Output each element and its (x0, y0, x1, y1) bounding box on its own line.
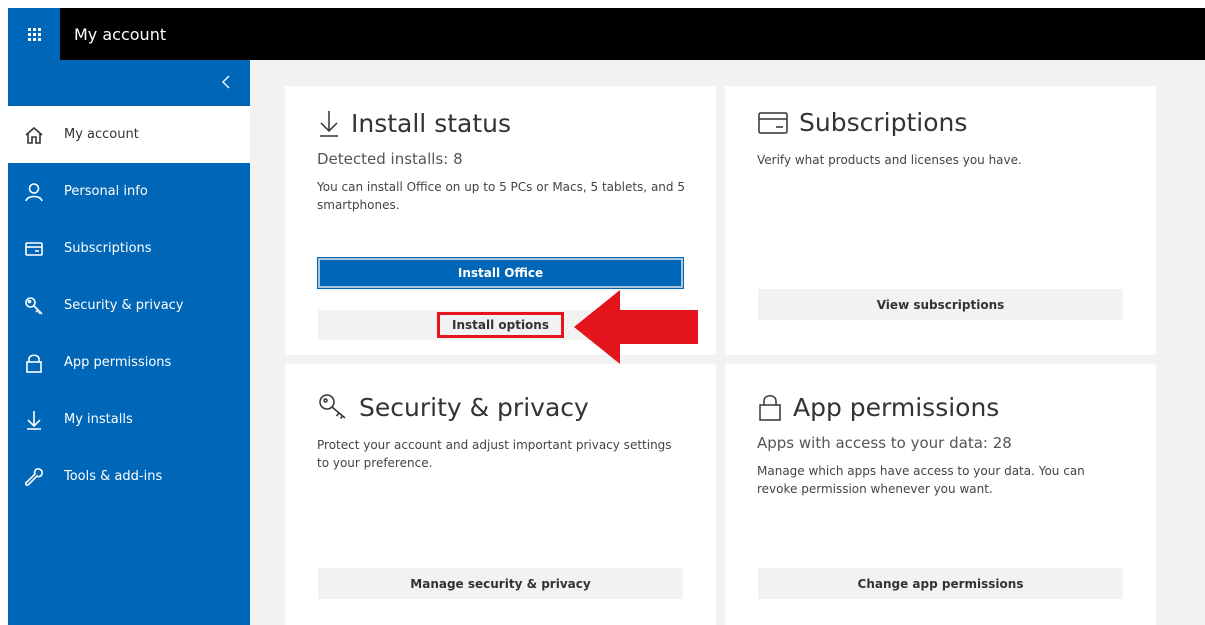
security-privacy-description: Protect your account and adjust importan… (317, 438, 672, 470)
install-status-title-row: Install status (317, 108, 684, 138)
sidebar-item-label: App permissions (64, 355, 172, 370)
app-permissions-description: Manage which apps have access to your da… (757, 464, 1085, 496)
sidebar-item-subscriptions[interactable]: Subscriptions (8, 220, 250, 277)
manage-security-privacy-button[interactable]: Manage security & privacy (318, 568, 683, 599)
install-options-button[interactable]: Install options (436, 312, 564, 338)
sidebar-item-label: Tools & add-ins (64, 469, 163, 484)
card-icon (757, 110, 789, 136)
sidebar-item-label: My installs (64, 412, 133, 427)
download-icon (22, 408, 46, 432)
sidebar-item-label: Personal info (64, 184, 148, 199)
lock-icon (22, 351, 46, 375)
sidebar-item-my-installs[interactable]: My installs (8, 391, 250, 448)
install-status-description: You can install Office on up to 5 PCs or… (317, 180, 685, 212)
subscriptions-title: Subscriptions (799, 108, 968, 137)
subscriptions-description: Verify what products and licenses you ha… (757, 153, 1022, 167)
install-options-label: Install options (451, 318, 549, 332)
change-app-permissions-button[interactable]: Change app permissions (758, 568, 1123, 599)
security-privacy-title: Security & privacy (359, 392, 589, 422)
key-icon (317, 392, 349, 422)
subscriptions-title-row: Subscriptions (757, 108, 1124, 137)
install-office-label: Install Office (457, 266, 544, 280)
app-launcher-button[interactable] (8, 8, 60, 60)
sidebar-item-label: My account (64, 127, 139, 142)
red-arrow-annotation-icon (574, 290, 698, 364)
view-subscriptions-label: View subscriptions (876, 297, 1005, 312)
sidebar-collapse-row (8, 60, 250, 106)
card-icon (22, 237, 46, 261)
app-permissions-title: App permissions (793, 392, 1000, 422)
app-title: My account (74, 24, 167, 44)
app-permissions-title-row: App permissions (757, 392, 1124, 422)
sidebar-item-label: Subscriptions (64, 241, 152, 256)
person-icon (22, 180, 46, 204)
security-privacy-title-row: Security & privacy (317, 392, 684, 422)
collapse-sidebar-button[interactable] (216, 70, 236, 94)
install-office-button[interactable]: Install Office (317, 257, 684, 289)
manage-security-privacy-label: Manage security & privacy (410, 576, 591, 591)
sidebar-item-personal-info[interactable]: Personal info (8, 163, 250, 220)
waffle-icon (27, 27, 41, 41)
sidebar-item-label: Security & privacy (64, 298, 184, 313)
sidebar-item-my-account[interactable]: My account (8, 106, 250, 163)
sidebar-item-security-privacy[interactable]: Security & privacy (8, 277, 250, 334)
sidebar-item-tools-add-ins[interactable]: Tools & add-ins (8, 448, 250, 505)
home-icon (22, 123, 46, 147)
download-icon (317, 108, 341, 138)
detected-installs-count: Detected installs: 8 (317, 150, 463, 168)
page: My account My account Personal info Subs… (0, 0, 1205, 625)
wrench-icon (22, 465, 46, 489)
apps-with-access-count: Apps with access to your data: 28 (757, 434, 1012, 452)
sidebar: My account Personal info Subscriptions S… (8, 60, 250, 625)
top-bar: My account (8, 8, 1205, 60)
sidebar-item-app-permissions[interactable]: App permissions (8, 334, 250, 391)
lock-icon (757, 392, 783, 422)
view-subscriptions-button[interactable]: View subscriptions (758, 289, 1123, 320)
change-app-permissions-label: Change app permissions (857, 576, 1024, 591)
key-icon (22, 294, 46, 318)
chevron-left-icon (222, 75, 230, 89)
install-status-title: Install status (351, 108, 512, 138)
